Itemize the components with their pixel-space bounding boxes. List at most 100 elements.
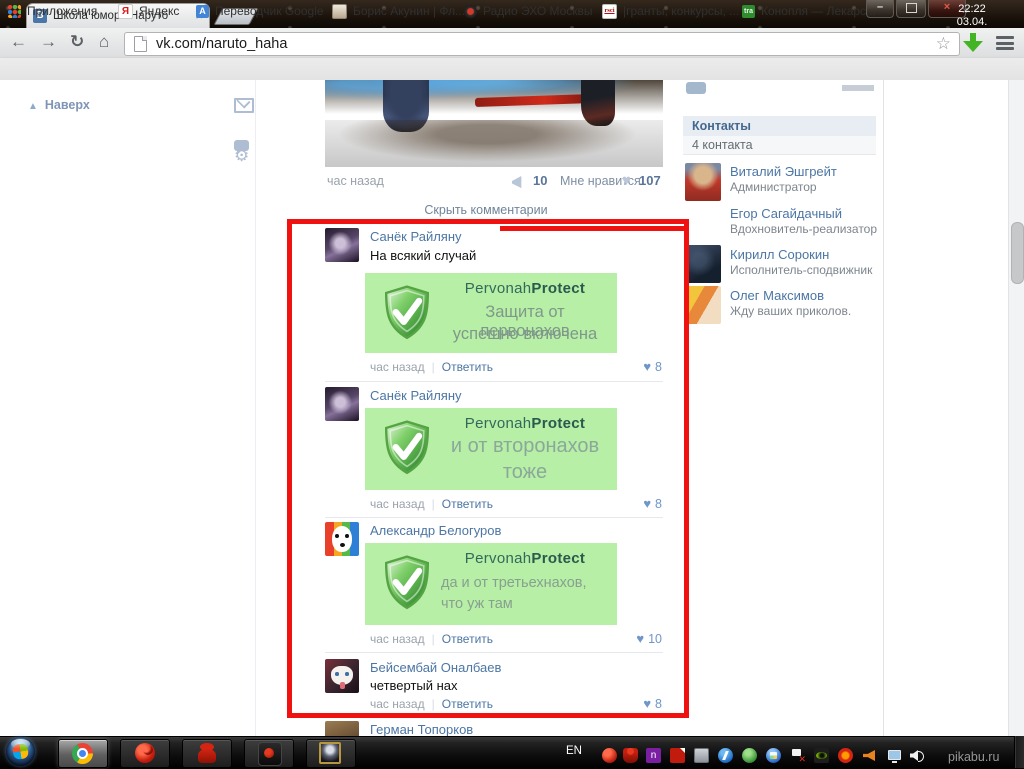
contact-name[interactable]: Виталий Эшгрейт xyxy=(730,164,837,179)
tray-capture-icon[interactable] xyxy=(694,748,709,763)
forward-icon[interactable]: → xyxy=(40,32,57,52)
tray-mediaget-icon[interactable] xyxy=(742,748,757,763)
taskbar-garena-messenger-button[interactable] xyxy=(182,739,232,768)
tray-red-figure-icon[interactable] xyxy=(623,748,638,763)
toggle-comments-link[interactable]: Скрыть комментарии xyxy=(300,203,672,217)
like-count[interactable]: 107 xyxy=(639,173,661,188)
url-text[interactable]: vk.com/naruto_haha xyxy=(156,36,287,52)
bookmarks-bar xyxy=(0,58,1024,81)
pervonah-protect-title: PervonahProtect xyxy=(441,550,609,567)
bookmark-yandex[interactable]: Я Яндекс xyxy=(118,3,179,19)
avatar[interactable] xyxy=(325,387,359,421)
avatar[interactable] xyxy=(325,228,359,262)
home-icon[interactable]: ⌂ xyxy=(99,32,109,52)
bookmark-apps[interactable]: Приложения xyxy=(8,3,97,19)
tray-network-icon[interactable] xyxy=(887,748,902,763)
tray-action-center-icon[interactable] xyxy=(790,748,805,763)
tray-nvidia-icon[interactable] xyxy=(814,748,829,763)
settings-gear-icon[interactable]: ⚙ xyxy=(234,146,249,166)
contact-avatar[interactable] xyxy=(685,245,721,283)
download-arrow-head xyxy=(963,41,983,52)
contact-role: Жду ваших приколов. xyxy=(730,304,851,318)
taskbar-clock[interactable]: 22:22 03.04. xyxy=(932,3,1012,29)
share-count[interactable]: 10 xyxy=(533,173,547,188)
bookmark-label: |гранты, конкурсы, ... xyxy=(623,4,739,18)
start-button[interactable] xyxy=(6,737,35,766)
download-button[interactable] xyxy=(963,33,983,53)
comment-likes[interactable]: ♥8 xyxy=(602,496,662,511)
bookmark-google-translate[interactable]: A Переводчик Google xyxy=(196,3,324,19)
dog-face xyxy=(332,526,352,552)
bookmark-label: Приложения xyxy=(27,4,97,18)
translate-icon: A xyxy=(196,5,209,18)
bookmark-akunin[interactable]: Борис Акунин | Фл... xyxy=(332,3,465,19)
bookmark-rsci[interactable]: rsci |гранты, конкурсы, ... xyxy=(602,3,739,19)
post-heart-icon[interactable]: ♥ xyxy=(622,172,631,189)
comment-image-pervonah[interactable]: PervonahProtect да и от третьехнахов, чт… xyxy=(365,543,617,625)
contact-role: Вдохновитель-реализатор xyxy=(730,222,877,236)
browser-menu-button[interactable] xyxy=(996,36,1014,50)
avatar[interactable] xyxy=(325,721,359,736)
comment-author[interactable]: Санёк Райляну xyxy=(370,388,462,403)
comment-meta: час назад|Ответить xyxy=(370,697,493,711)
tray-windows-update-icon[interactable] xyxy=(766,748,781,763)
bookmark-label: Конопля — Лекарс... xyxy=(761,4,876,18)
reply-link[interactable]: Ответить xyxy=(442,697,493,711)
orb-gloss xyxy=(11,739,30,749)
comment-likes[interactable]: ♥8 xyxy=(602,696,662,711)
reply-link[interactable]: Ответить xyxy=(442,632,493,646)
comment-image-pervonah[interactable]: PervonahProtect Защита от первонахов усп… xyxy=(365,273,617,353)
comment-time: час назад xyxy=(370,697,425,711)
comment-author[interactable]: Александр Белогуров xyxy=(370,523,501,538)
contact-name[interactable]: Егор Сагайдачный xyxy=(730,206,842,221)
reload-icon[interactable]: ↻ xyxy=(70,32,84,52)
show-desktop-button[interactable] xyxy=(1014,736,1024,768)
contact-name[interactable]: Олег Максимов xyxy=(730,288,824,303)
taskbar-garena-button[interactable] xyxy=(120,739,170,768)
back-to-top-link[interactable]: ▲Наверх xyxy=(28,98,90,112)
post-video-image[interactable] xyxy=(325,80,663,167)
avatar[interactable] xyxy=(325,659,359,693)
comment-image-pervonah[interactable]: PervonahProtect и от второнахов тоже xyxy=(365,408,617,490)
contact-avatar[interactable] xyxy=(685,286,721,324)
reply-link[interactable]: Ответить xyxy=(442,360,493,374)
comment-author[interactable]: Санёк Райляну xyxy=(370,229,462,244)
contact-name[interactable]: Кирилл Сорокин xyxy=(730,247,829,262)
tray-volume2-icon[interactable] xyxy=(862,748,877,763)
tray-sound-icon[interactable] xyxy=(910,748,925,763)
back-icon[interactable]: ← xyxy=(10,32,27,52)
tray-record-icon[interactable] xyxy=(838,748,853,763)
tray-pdf-icon[interactable] xyxy=(670,748,685,763)
comment-likes[interactable]: ♥10 xyxy=(602,631,662,646)
image-ground xyxy=(325,120,663,167)
comment-likes[interactable]: ♥8 xyxy=(602,359,662,374)
megaphone-icon[interactable] xyxy=(512,176,527,188)
back-to-top-label: Наверх xyxy=(45,98,90,112)
reply-link[interactable]: Ответить xyxy=(442,497,493,511)
messages-envelope-icon[interactable] xyxy=(234,98,254,113)
window-maximize-button[interactable] xyxy=(896,0,926,18)
taskbar-chrome-button[interactable] xyxy=(58,739,108,768)
scrollbar-thumb[interactable] xyxy=(1011,222,1024,284)
taskbar-warcraft3-button[interactable] xyxy=(306,739,356,768)
heart-icon: ♥ xyxy=(643,496,651,511)
bookmark-tra[interactable]: tra Конопля — Лекарс... xyxy=(742,3,876,19)
comment-author[interactable]: Герман Топорков xyxy=(370,722,473,736)
comment-text: четвертый нах xyxy=(370,678,458,693)
page-scrollbar[interactable] xyxy=(1008,80,1024,736)
avatar[interactable] xyxy=(325,522,359,556)
taskbar-garena-plus-button[interactable] xyxy=(244,739,294,768)
contact-avatar[interactable] xyxy=(685,204,721,242)
address-bar[interactable]: vk.com/naruto_haha ☆ xyxy=(124,32,960,56)
bookmark-star-icon[interactable]: ☆ xyxy=(936,34,951,54)
bookmark-echo-radio[interactable]: Радио ЭХО Москвы xyxy=(464,3,593,19)
tray-flash-icon[interactable] xyxy=(718,748,733,763)
tray-onenote-icon[interactable]: n xyxy=(646,748,661,763)
comment-author[interactable]: Бейсембай Оналбаев xyxy=(370,660,501,675)
contact-avatar[interactable] xyxy=(685,163,721,201)
radio-icon xyxy=(464,5,477,18)
language-indicator[interactable]: EN xyxy=(566,745,582,757)
clipped-widget xyxy=(684,80,876,94)
tray-garena-icon[interactable] xyxy=(602,748,617,763)
shield-check-icon xyxy=(381,285,433,341)
